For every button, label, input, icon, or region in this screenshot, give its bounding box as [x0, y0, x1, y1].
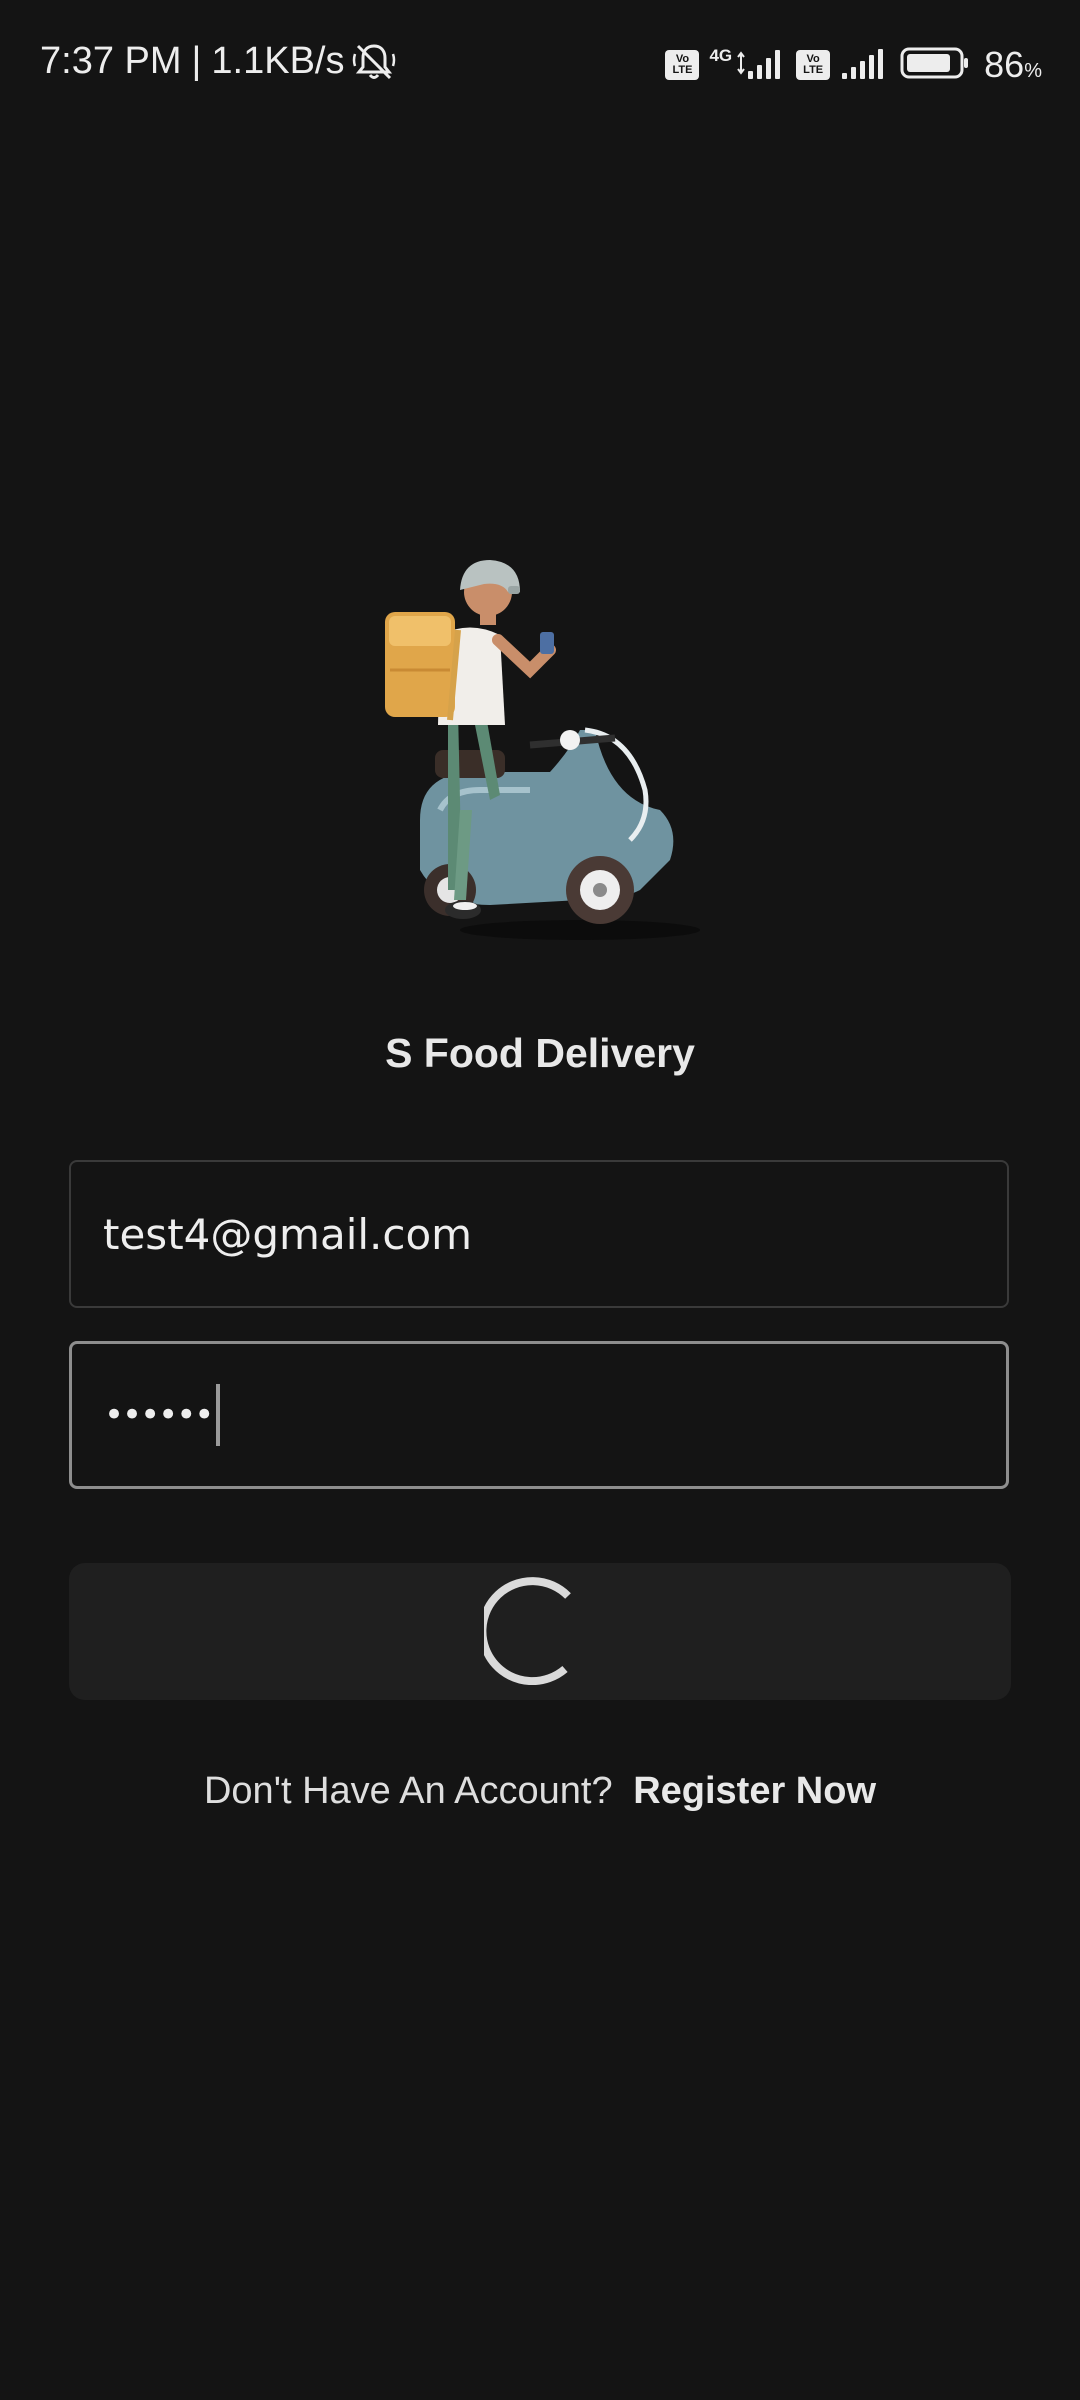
status-left: 7:37 PM | 1.1KB/s	[40, 40, 396, 83]
clock: 7:37 PM	[40, 40, 182, 82]
status-separator: |	[191, 40, 202, 82]
network-type: 4G	[709, 46, 733, 65]
register-prompt: Don't Have An Account?	[203, 1770, 613, 1812]
net-speed: 1.1KB/s	[211, 40, 345, 82]
spinner-icon	[478, 1573, 596, 1690]
volte-badge-sim1: Vo LTE	[665, 50, 700, 80]
battery-icon	[900, 46, 970, 85]
volte-badge-sim2: Vo LTE	[796, 50, 831, 80]
battery-percent: 86%	[984, 44, 1042, 85]
signal-sim1-icon	[736, 47, 786, 84]
password-masked-value: ••••••	[104, 1395, 214, 1435]
app-title: S Food Delivery	[385, 1030, 695, 1076]
signal-sim2-icon	[840, 47, 890, 84]
bell-off-icon	[352, 42, 396, 82]
status-right: Vo LTE 4G Vo LTE 86%	[665, 44, 1042, 86]
password-field[interactable]: ••••••	[69, 1341, 1009, 1489]
status-bar: 7:37 PM | 1.1KB/s Vo LTE 4G Vo LTE 86%	[0, 0, 1080, 130]
email-input[interactable]	[103, 1209, 963, 1259]
register-row: Don't Have An Account? Register Now	[0, 1770, 1080, 1813]
delivery-rider-illustration	[380, 560, 720, 950]
login-button[interactable]	[69, 1563, 1011, 1700]
text-cursor	[216, 1384, 221, 1446]
register-now-link[interactable]: Register Now	[633, 1770, 876, 1812]
email-field[interactable]	[69, 1160, 1009, 1308]
